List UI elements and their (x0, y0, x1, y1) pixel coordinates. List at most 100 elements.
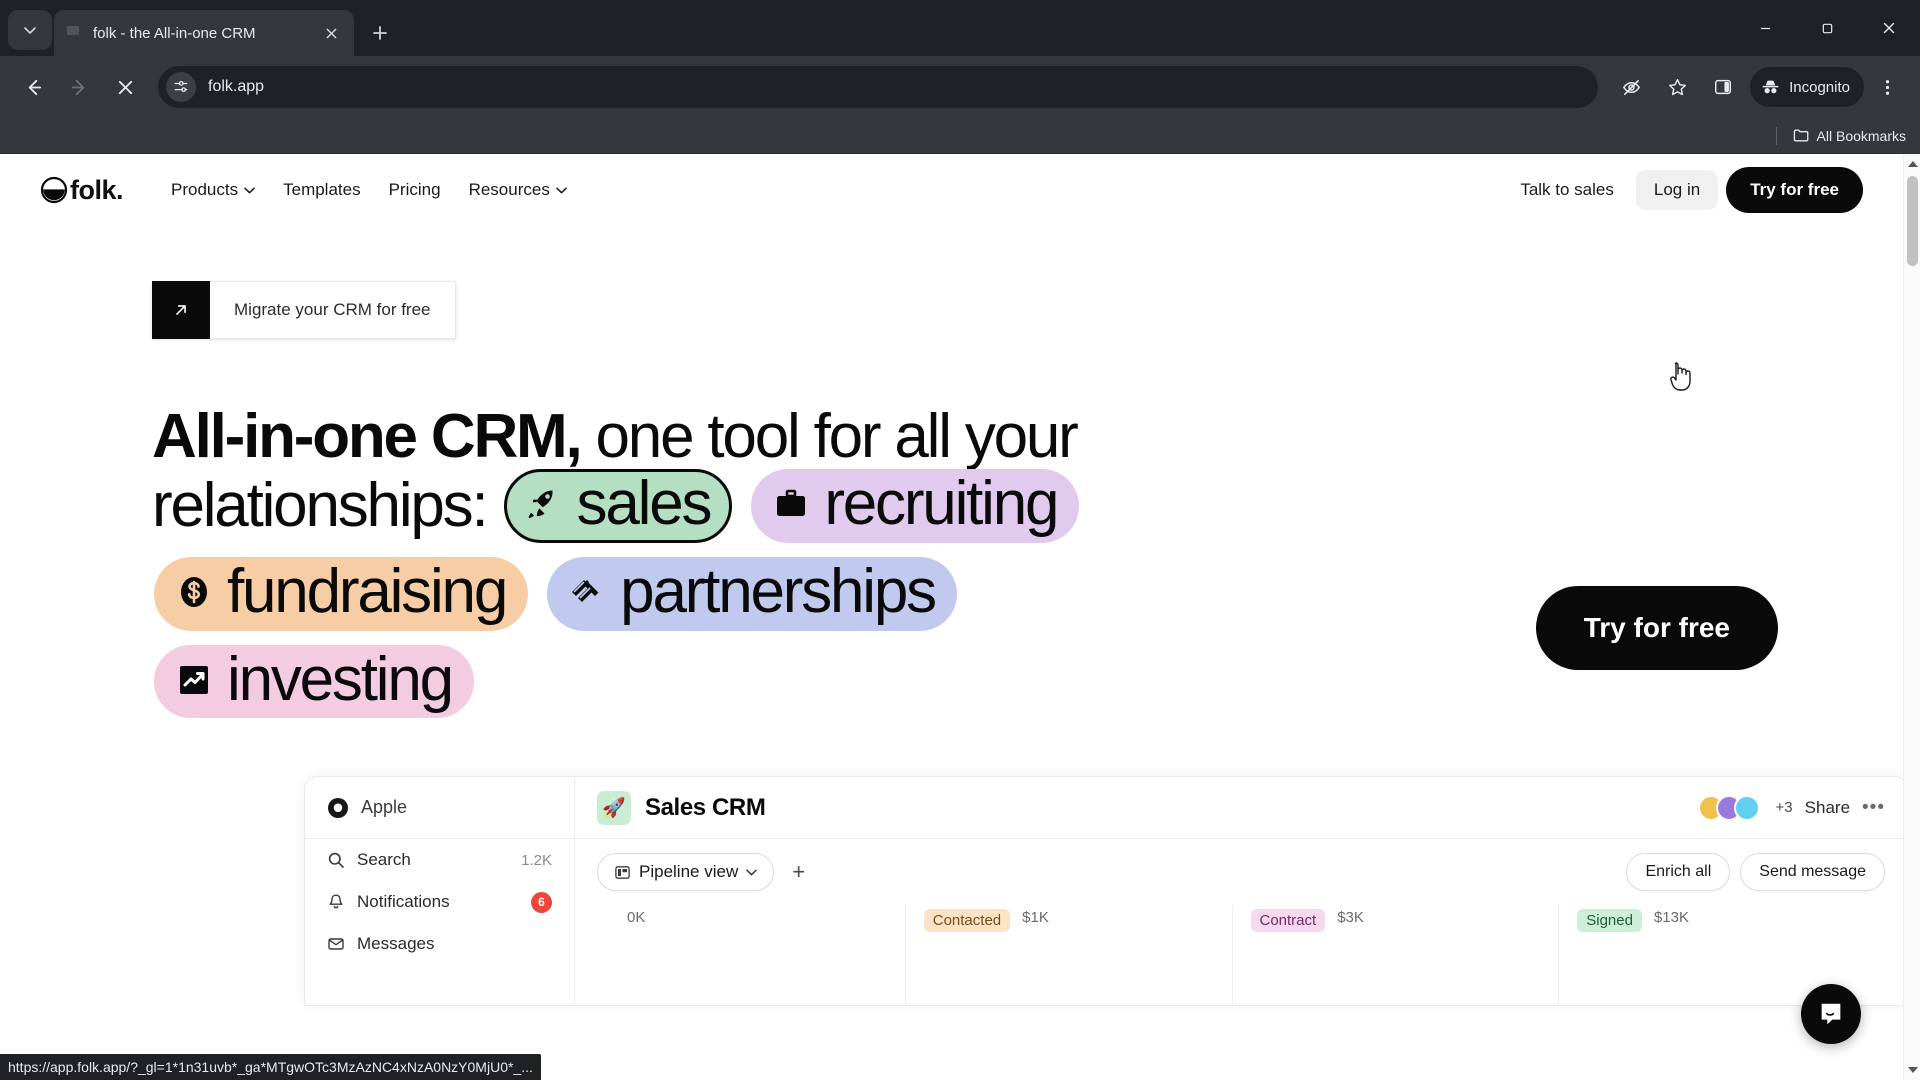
window-maximize-button[interactable] (1796, 0, 1858, 56)
window-close-button[interactable] (1858, 0, 1920, 56)
handshake-icon (572, 579, 600, 602)
status-bar-url: https://app.folk.app/?_gl=1*1n31uvb*_ga*… (0, 1054, 541, 1080)
share-button[interactable]: Share (1805, 798, 1850, 818)
migrate-crm-banner[interactable]: Migrate your CRM for free (152, 281, 456, 339)
plus-icon (373, 26, 387, 40)
tag-fundraising[interactable]: fundraising (154, 556, 529, 631)
app-toolbar: Pipeline view + Enrich all Send message (575, 839, 1903, 905)
nav-item-products[interactable]: Products (159, 171, 267, 209)
pipeline-stage-tag: Contract (1250, 909, 1326, 933)
board-view-icon (615, 866, 630, 879)
folk-logo[interactable]: folk. (40, 174, 124, 206)
app-title: Sales CRM (645, 793, 766, 821)
sidebar-item-notifications[interactable]: Notifications 6 (305, 881, 574, 923)
pipeline-columns: 0K Contacted $1K Contract $3K Signed $13… (575, 905, 1903, 1006)
address-bar-url: folk.app (208, 78, 265, 95)
all-bookmarks-button[interactable]: All Bookmarks (1793, 127, 1906, 144)
tracking-protection-button[interactable] (1611, 67, 1651, 107)
tab-search-button[interactable] (8, 10, 52, 50)
close-x-icon (326, 28, 336, 38)
site-navigation: folk. Products Templates Pricing Resourc… (0, 154, 1903, 226)
nav-item-templates[interactable]: Templates (271, 171, 372, 209)
pipeline-column[interactable]: Contacted $1K (904, 905, 1232, 1006)
tag-recruiting[interactable]: recruiting (751, 468, 1080, 543)
page-scrollbar[interactable] (1903, 154, 1920, 1080)
enrich-all-button[interactable]: Enrich all (1626, 853, 1731, 892)
window-controls (1734, 0, 1920, 56)
app-header-actions: +3 Share ••• (1697, 794, 1885, 821)
view-selector-pipeline[interactable]: Pipeline view (597, 853, 775, 892)
nav-label-products: Products (171, 180, 239, 199)
workspace-selector[interactable]: Apple (305, 777, 574, 840)
hero-tag-row-3: investing (152, 644, 1402, 719)
back-arrow-icon (28, 79, 41, 95)
pipeline-stage-amount: 0K (627, 909, 646, 927)
sidebar-item-messages[interactable]: Messages (305, 923, 574, 965)
close-icon (1883, 22, 1895, 34)
bookmark-button[interactable] (1657, 67, 1697, 107)
pipeline-column[interactable]: Contract $3K (1231, 905, 1559, 1006)
extra-members-count: +3 (1775, 799, 1793, 817)
forward-arrow-icon (71, 79, 84, 95)
tag-sales[interactable]: sales (503, 468, 733, 543)
headline-bold-part: All-in-one CRM, (152, 402, 583, 471)
app-header: 🚀 Sales CRM +3 Share ••• (575, 777, 1903, 840)
new-tab-button[interactable] (362, 15, 398, 51)
favicon-placeholder-icon (67, 26, 79, 35)
scrollbar-thumb[interactable] (1907, 176, 1918, 266)
sidebar-label-messages: Messages (357, 934, 435, 954)
briefcase-icon (777, 489, 806, 516)
sidebar-item-search[interactable]: Search 1.2K (305, 839, 574, 881)
add-view-button[interactable]: + (784, 859, 813, 885)
sidebar-label-search: Search (357, 850, 411, 870)
workspace-name: Apple (361, 797, 408, 818)
scroll-down-arrow-icon[interactable] (1908, 1067, 1918, 1073)
folder-icon (1793, 129, 1808, 142)
folk-logo-text: folk. (70, 174, 124, 205)
tab-strip: folk - the All-in-one CRM (0, 0, 1920, 56)
tag-label-sales: sales (576, 468, 713, 538)
diagonal-arrow-icon (176, 305, 186, 315)
scroll-up-arrow-icon[interactable] (1908, 161, 1918, 167)
window-minimize-button[interactable] (1734, 0, 1796, 56)
try-for-free-nav-button[interactable]: Try for free (1726, 167, 1863, 213)
tag-partnerships[interactable]: partnerships (547, 556, 957, 631)
stop-loading-button[interactable] (105, 67, 145, 107)
nav-item-resources[interactable]: Resources (457, 171, 579, 209)
browser-menu-button[interactable] (1867, 67, 1907, 107)
page-settings-icon (174, 81, 188, 93)
side-panel-button[interactable] (1703, 67, 1743, 107)
incognito-indicator[interactable]: Incognito (1750, 67, 1864, 107)
intercom-chat-launcher[interactable] (1801, 984, 1861, 1044)
all-bookmarks-label: All Bookmarks (1816, 127, 1906, 144)
dollar-coin-icon (181, 576, 207, 607)
collaborator-avatars[interactable] (1697, 794, 1760, 821)
site-information-icon[interactable] (166, 72, 196, 102)
more-options-button[interactable]: ••• (1862, 797, 1885, 819)
browser-tab[interactable]: folk - the All-in-one CRM (54, 10, 354, 56)
bookmarks-divider (1775, 126, 1777, 145)
tag-investing[interactable]: investing (154, 644, 474, 719)
forward-button[interactable] (59, 67, 99, 107)
log-in-button[interactable]: Log in (1635, 170, 1719, 210)
tag-label-fundraising: fundraising (227, 556, 508, 626)
pipeline-column[interactable]: 0K (597, 905, 905, 1005)
bookmarks-bar: All Bookmarks (0, 118, 1920, 154)
folk-logo-icon (40, 176, 68, 204)
sidebar-label-notifications: Notifications (357, 892, 450, 912)
trending-up-icon (180, 665, 208, 694)
app-main-panel: 🚀 Sales CRM +3 Share ••• Pipeline view +… (575, 777, 1903, 1006)
address-bar[interactable]: folk.app (158, 66, 1599, 108)
talk-to-sales-link[interactable]: Talk to sales (1506, 171, 1628, 209)
chevron-down-icon (24, 27, 36, 34)
tab-close-icon[interactable] (320, 22, 342, 44)
incognito-label: Incognito (1789, 78, 1850, 96)
nav-item-pricing[interactable]: Pricing (377, 171, 453, 209)
pipeline-stage-amount: $1K (1022, 909, 1049, 927)
page-viewport: folk. Products Templates Pricing Resourc… (0, 154, 1920, 1080)
back-button[interactable] (13, 67, 53, 107)
send-message-button[interactable]: Send message (1740, 853, 1885, 892)
minimize-icon (1760, 27, 1770, 29)
hero-try-for-free-button[interactable]: Try for free (1535, 586, 1778, 670)
hero-section: Migrate your CRM for free All-in-one CRM… (0, 226, 1903, 1007)
